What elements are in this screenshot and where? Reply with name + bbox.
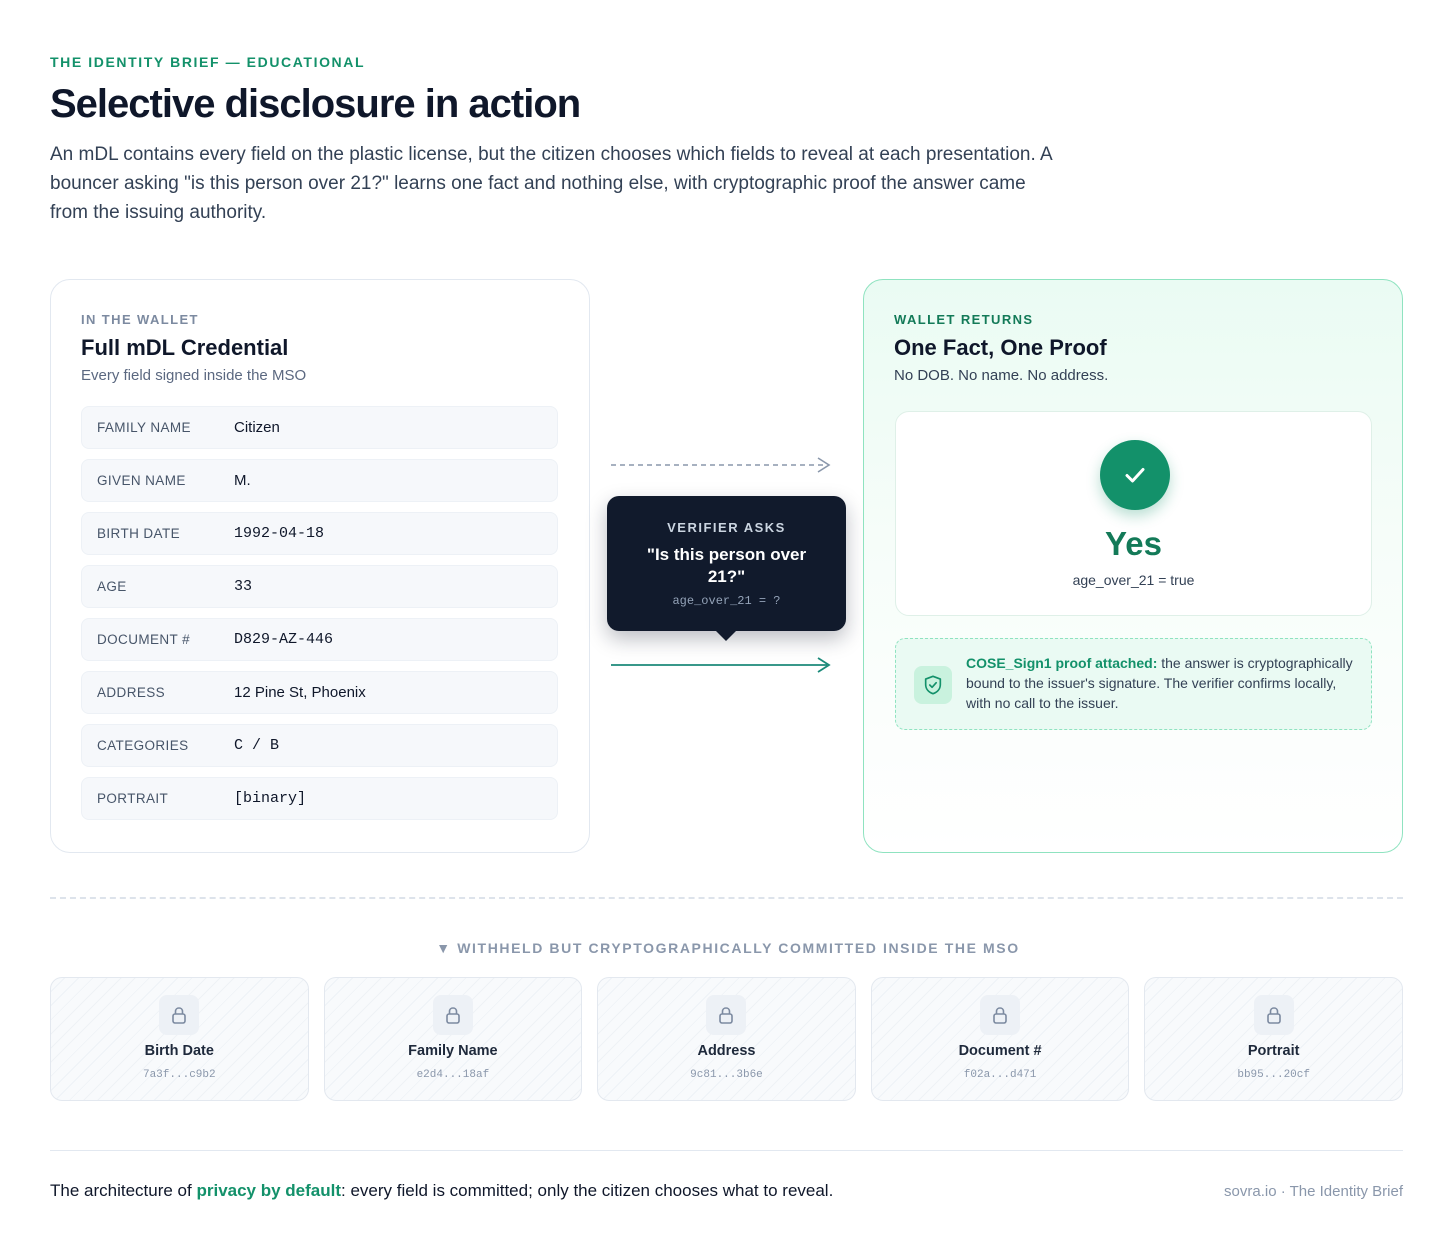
- withheld-label: Birth Date: [144, 1043, 214, 1059]
- result-subtitle: No DOB. No name. No address.: [894, 367, 1109, 384]
- withheld-field-list: Birth Date 7a3f...c9b2 Family Name e2d4.…: [50, 977, 1403, 1101]
- wallet-title: Full mDL Credential: [81, 335, 289, 360]
- withheld-label: Document #: [958, 1043, 1042, 1059]
- field-value: [binary]: [234, 790, 307, 807]
- request-arrow-icon: [611, 457, 831, 473]
- withheld-card-document-number: Document # f02a...d471: [870, 977, 1130, 1101]
- intro-paragraph: An mDL contains every field on the plast…: [50, 144, 1052, 223]
- verifier-question: "Is this person over 21?": [646, 545, 807, 586]
- field-value: M.: [234, 472, 251, 489]
- footer-tagline: The architecture of privacy by default: …: [50, 1181, 833, 1201]
- result-eyebrow: WALLET RETURNS: [894, 312, 1034, 327]
- field-label: DOCUMENT #: [97, 632, 191, 647]
- withheld-card-birth-date: Birth Date 7a3f...c9b2: [50, 977, 309, 1101]
- wallet-returns-card: WALLET RETURNS One Fact, One Proof No DO…: [863, 279, 1403, 853]
- withheld-label: Family Name: [408, 1043, 498, 1059]
- field-row-birth-date: BIRTH DATE 1992-04-18: [81, 512, 558, 555]
- footer-suffix: : every field is committed; only the cit…: [341, 1181, 834, 1200]
- wallet-credential-card: IN THE WALLET Full mDL Credential Every …: [50, 279, 590, 853]
- footer-credit: sovra.io · The Identity Brief: [1224, 1183, 1403, 1200]
- verifier-code: age_over_21 = ?: [672, 594, 781, 608]
- withheld-card-portrait: Portrait bb95...20cf: [1144, 977, 1403, 1101]
- wallet-subtitle: Every field signed inside the MSO: [81, 367, 307, 384]
- credential-field-list: FAMILY NAME Citizen GIVEN NAME M. BIRTH …: [81, 406, 558, 830]
- withheld-card-address: Address 9c81...3b6e: [597, 977, 856, 1101]
- withheld-hash: f02a...d471: [963, 1069, 1037, 1081]
- lock-icon: [1253, 995, 1294, 1035]
- withheld-hash: bb95...20cf: [1237, 1069, 1310, 1081]
- verifier-eyebrow: VERIFIER ASKS: [667, 520, 786, 535]
- proof-strong: COSE_Sign1 proof attached:: [966, 655, 1158, 671]
- footer-accent: privacy by default: [196, 1181, 342, 1200]
- field-value: Citizen: [234, 419, 280, 436]
- withheld-hash: 7a3f...c9b2: [142, 1069, 216, 1081]
- field-row-address: ADDRESS 12 Pine St, Phoenix: [81, 671, 558, 714]
- field-label: FAMILY NAME: [97, 420, 191, 435]
- field-label: ADDRESS: [97, 685, 166, 700]
- lock-icon: [159, 995, 200, 1035]
- page-title: Selective disclosure in action: [50, 82, 581, 126]
- field-row-family-name: FAMILY NAME Citizen: [81, 406, 558, 449]
- section-divider: [50, 897, 1403, 899]
- lock-icon: [432, 995, 473, 1035]
- answer-code: age_over_21 = true: [1072, 572, 1195, 588]
- lock-icon: [706, 995, 747, 1035]
- footer-divider: [50, 1150, 1403, 1151]
- field-row-given-name: GIVEN NAME M.: [81, 459, 558, 502]
- eyebrow: THE IDENTITY BRIEF — EDUCATIONAL: [50, 54, 366, 70]
- field-row-portrait: PORTRAIT [binary]: [81, 777, 558, 820]
- withheld-hash: e2d4...18af: [416, 1069, 490, 1081]
- withheld-hash: 9c81...3b6e: [690, 1069, 763, 1081]
- answer-value: Yes: [1105, 525, 1162, 562]
- field-label: AGE: [97, 579, 127, 594]
- shield-check-icon: [914, 666, 952, 704]
- withheld-card-family-name: Family Name e2d4...18af: [323, 977, 583, 1101]
- withheld-label: Address: [697, 1043, 756, 1059]
- response-arrow-icon: [611, 657, 831, 673]
- field-label: CATEGORIES: [97, 738, 189, 753]
- check-icon: [1100, 440, 1170, 510]
- proof-text: COSE_Sign1 proof attached: the answer is…: [966, 653, 1356, 713]
- field-label: PORTRAIT: [97, 791, 169, 806]
- field-value: 12 Pine St, Phoenix: [234, 684, 366, 701]
- field-value: 1992-04-18: [234, 525, 325, 542]
- field-value: 33: [234, 578, 253, 595]
- field-label: BIRTH DATE: [97, 526, 181, 541]
- field-row-categories: CATEGORIES C / B: [81, 724, 558, 767]
- withheld-label: Portrait: [1247, 1043, 1300, 1059]
- footer-prefix: The architecture of: [50, 1181, 197, 1200]
- field-label: GIVEN NAME: [97, 473, 186, 488]
- field-value: C / B: [234, 737, 280, 754]
- proof-note: COSE_Sign1 proof attached: the answer is…: [895, 638, 1372, 730]
- result-title: One Fact, One Proof: [894, 335, 1107, 360]
- field-row-age: AGE 33: [81, 565, 558, 608]
- verifier-request-tooltip: VERIFIER ASKS "Is this person over 21?" …: [607, 496, 846, 641]
- wallet-eyebrow: IN THE WALLET: [81, 312, 199, 327]
- withheld-title: ▼ WITHHELD BUT CRYPTOGRAPHICALLY COMMITT…: [436, 940, 1020, 956]
- field-row-document-number: DOCUMENT # D829-AZ-446: [81, 618, 558, 661]
- field-value: D829-AZ-446: [234, 631, 334, 648]
- lock-icon: [980, 995, 1021, 1035]
- answer-panel: Yes age_over_21 = true: [895, 411, 1372, 616]
